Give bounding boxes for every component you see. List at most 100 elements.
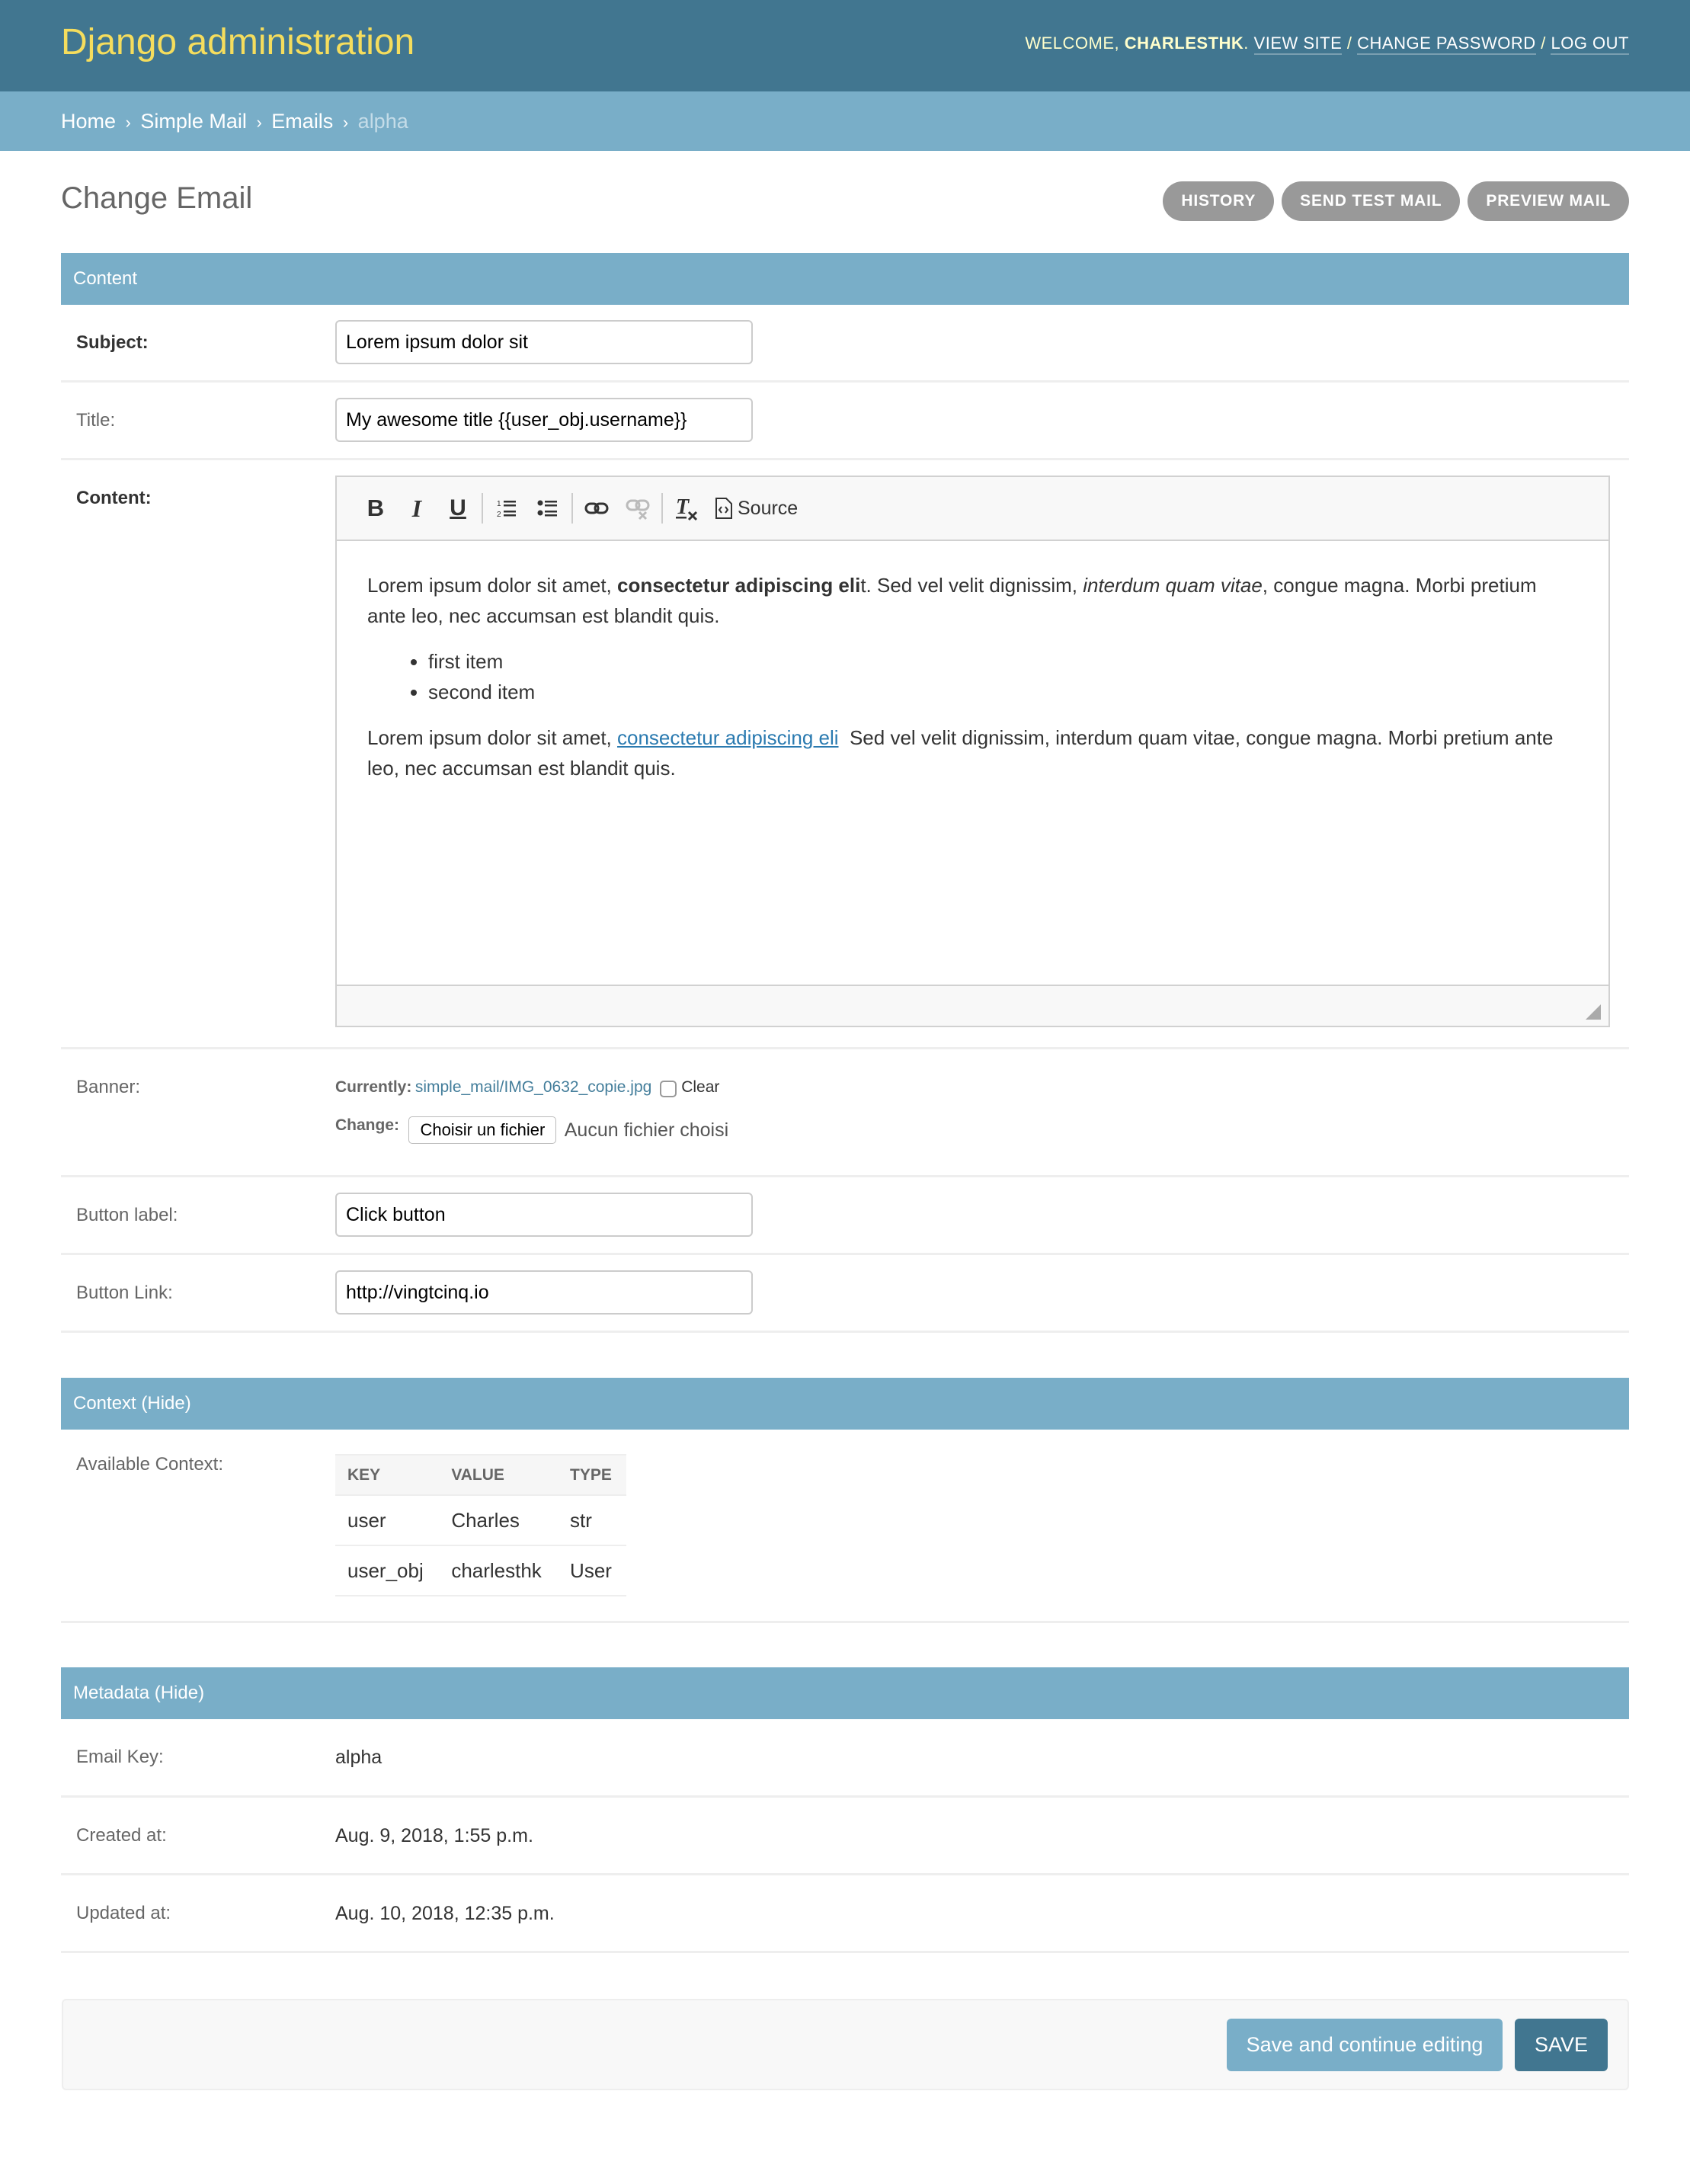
updated-at-label: Updated at: bbox=[76, 1903, 171, 1923]
welcome-text: Welcome, bbox=[1025, 34, 1120, 53]
link-icon bbox=[584, 502, 609, 514]
subject-label: Subject: bbox=[76, 332, 149, 353]
fieldset-header-context[interactable]: Context (Hide) bbox=[61, 1378, 1629, 1430]
table-header-row: Key Value Type bbox=[335, 1454, 626, 1496]
italic-icon: I bbox=[411, 494, 422, 522]
title-input[interactable] bbox=[335, 398, 753, 442]
breadcrumb-simple-mail[interactable]: Simple Mail bbox=[140, 110, 247, 133]
italic-button[interactable]: I bbox=[396, 488, 437, 529]
source-button[interactable]: Source bbox=[707, 497, 805, 520]
user-tools: Welcome, charlesthk. View site / Change … bbox=[1025, 34, 1629, 55]
banner-current: Currently: simple_mail/IMG_0632_copie.jp… bbox=[335, 1078, 719, 1097]
save-and-continue-button[interactable]: Save and continue editing bbox=[1227, 2019, 1503, 2071]
remove-format-icon: T bbox=[676, 495, 698, 521]
column-header-value: Value bbox=[439, 1454, 559, 1496]
underline-button[interactable]: U bbox=[437, 488, 479, 529]
unlink-button[interactable] bbox=[617, 488, 658, 529]
breadcrumb: Home › Simple Mail › Emails › alpha bbox=[0, 91, 1690, 151]
bulleted-list-button[interactable] bbox=[527, 488, 568, 529]
title-label: Title: bbox=[76, 410, 116, 431]
cell-type: str bbox=[558, 1495, 626, 1546]
column-header-type: Type bbox=[558, 1454, 626, 1496]
source-label: Source bbox=[738, 497, 799, 519]
submit-row: Save and continue editing Save bbox=[62, 1999, 1629, 2090]
editor-content-area[interactable]: Lorem ipsum dolor sit amet, consectetur … bbox=[337, 541, 1608, 986]
site-title[interactable]: Django administration bbox=[61, 21, 414, 63]
change-password-link[interactable]: Change password bbox=[1357, 34, 1536, 55]
history-button[interactable]: History bbox=[1163, 181, 1275, 221]
available-context-label: Available Context: bbox=[76, 1454, 224, 1475]
subject-input[interactable] bbox=[335, 320, 753, 364]
bold-button[interactable]: B bbox=[355, 488, 396, 529]
fieldset-header-metadata[interactable]: Metadata (Hide) bbox=[61, 1667, 1629, 1719]
unlink-icon bbox=[626, 499, 650, 520]
choose-file-button[interactable]: Choisir un fichier bbox=[408, 1116, 557, 1144]
form-row-subject: Subject: bbox=[61, 305, 1629, 383]
editor-bottom-bar bbox=[337, 985, 1608, 1026]
editor-link[interactable]: consectetur adipiscing eli bbox=[617, 726, 839, 749]
form-row-title: Title: bbox=[61, 383, 1629, 460]
button-link-input[interactable] bbox=[335, 1270, 753, 1315]
bulleted-list-icon bbox=[537, 500, 557, 517]
username: charlesthk bbox=[1124, 34, 1244, 53]
toolbar-separator bbox=[482, 493, 483, 524]
created-at-value: Aug. 9, 2018, 1:55 p.m. bbox=[335, 1825, 533, 1846]
remove-format-button[interactable]: T bbox=[666, 488, 707, 529]
content-label: Content: bbox=[76, 488, 152, 508]
context-table: Key Value Type user Charles str user_obj… bbox=[335, 1454, 626, 1596]
send-test-mail-button[interactable]: Send test mail bbox=[1282, 181, 1461, 221]
no-file-text: Aucun fichier choisi bbox=[564, 1119, 729, 1141]
page-title: Change Email bbox=[61, 181, 253, 215]
svg-text:2: 2 bbox=[497, 511, 501, 519]
header: Django administration Welcome, charlesth… bbox=[0, 0, 1690, 91]
form-row-available-context: Available Context: bbox=[61, 1430, 1629, 1623]
link-button[interactable] bbox=[576, 488, 617, 529]
table-row: user_obj charlesthk User bbox=[335, 1545, 626, 1596]
text: Lorem ipsum dolor sit amet, bbox=[367, 574, 618, 597]
updated-at-value: Aug. 10, 2018, 12:35 p.m. bbox=[335, 1903, 555, 1924]
form-row-updated-at: Updated at: Aug. 10, 2018, 12:35 p.m. bbox=[61, 1875, 1629, 1953]
breadcrumb-separator: › bbox=[125, 113, 131, 132]
form-row-email-key: Email Key: alpha bbox=[61, 1719, 1629, 1798]
table-row: user Charles str bbox=[335, 1495, 626, 1546]
button-label-label: Button label: bbox=[76, 1205, 178, 1225]
form-row-created-at: Created at: Aug. 9, 2018, 1:55 p.m. bbox=[61, 1798, 1629, 1875]
column-header-key: Key bbox=[335, 1454, 440, 1496]
toolbar-separator bbox=[661, 493, 663, 524]
text: Lorem ipsum dolor sit amet, bbox=[367, 726, 618, 749]
form-row-button-link: Button Link: bbox=[61, 1255, 1629, 1333]
save-button[interactable]: Save bbox=[1515, 2019, 1608, 2071]
italic-text: interdum quam vitae bbox=[1083, 574, 1263, 597]
preview-mail-button[interactable]: Preview mail bbox=[1468, 181, 1629, 221]
resize-handle[interactable] bbox=[1586, 1004, 1601, 1020]
cell-key: user bbox=[335, 1495, 440, 1546]
svg-text:1: 1 bbox=[497, 500, 501, 508]
breadcrumb-home[interactable]: Home bbox=[61, 110, 116, 133]
svg-text:T: T bbox=[676, 495, 690, 519]
current-file-link[interactable]: simple_mail/IMG_0632_copie.jpg bbox=[415, 1078, 652, 1096]
log-out-link[interactable]: Log out bbox=[1551, 34, 1629, 55]
editor-paragraph: Lorem ipsum dolor sit amet, consectetur … bbox=[367, 570, 1578, 631]
banner-change: Change: Choisir un fichier Aucun fichier… bbox=[335, 1116, 728, 1144]
breadcrumb-emails[interactable]: Emails bbox=[271, 110, 333, 133]
button-label-input[interactable] bbox=[335, 1193, 753, 1237]
cell-key: user_obj bbox=[335, 1545, 440, 1596]
breadcrumb-current: alpha bbox=[357, 110, 408, 133]
editor-bulleted-list: first item second item bbox=[367, 646, 1578, 707]
clear-label[interactable]: Clear bbox=[681, 1078, 719, 1096]
cell-type: User bbox=[558, 1545, 626, 1596]
view-site-link[interactable]: View site bbox=[1253, 34, 1343, 55]
email-key-label: Email Key: bbox=[76, 1747, 164, 1767]
cell-value: Charles bbox=[439, 1495, 559, 1546]
breadcrumb-separator: › bbox=[256, 113, 262, 132]
separator: / bbox=[1541, 34, 1546, 53]
bold-icon: B bbox=[366, 495, 385, 521]
clear-checkbox[interactable] bbox=[659, 1080, 677, 1097]
numbered-list-icon: 1 2 bbox=[497, 500, 516, 519]
toolbar-separator bbox=[571, 493, 573, 524]
list-item: first item bbox=[428, 646, 1578, 677]
fieldset-header-content: Content bbox=[61, 253, 1629, 305]
banner-label: Banner: bbox=[76, 1077, 141, 1097]
rich-text-editor: B I U 1 2 T Source Lorem ipsum dolor sit… bbox=[335, 476, 1610, 1027]
numbered-list-button[interactable]: 1 2 bbox=[486, 488, 527, 529]
